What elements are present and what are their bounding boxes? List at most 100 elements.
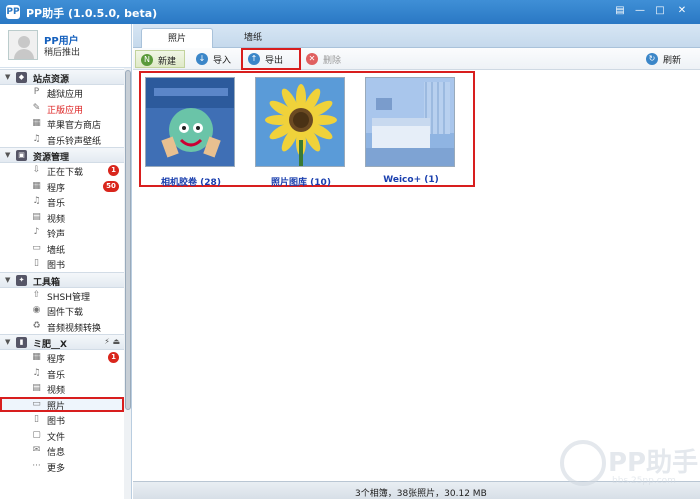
avatar[interactable] [8,30,38,60]
delete-icon: ✕ [306,53,318,65]
tab-photos[interactable]: 照片 [141,28,213,48]
import-label: 导入 [213,56,232,66]
import-button[interactable]: ↓ 导入 [191,50,239,68]
sidebar-item-icon: P [33,87,40,97]
sidebar-item-label: 视频 [47,386,66,396]
album-thumbnail[interactable] [365,77,455,167]
albums-highlight: 相机胶卷 (28) 照片图库 (10) Weico+ (1) [139,71,475,188]
album-weico[interactable]: Weico+ (1) [365,77,457,185]
collapse-triangle-icon[interactable]: ▼ [5,73,10,81]
watermark-text: PP助手 [608,448,699,478]
new-album-icon: N [141,54,153,66]
sidebar-item-label: 信息 [47,448,66,458]
toolbar: N 新建 ↓ 导入 ↑ 导出 ✕ 删除 ↻ 刷新 [133,48,700,70]
sidebar-item[interactable]: ▦ 程序 50 [0,179,124,195]
sidebar-item-label: 越狱应用 [47,90,84,100]
sidebar-item[interactable]: ▦ 苹果官方商店 [0,116,124,132]
collapse-triangle-icon[interactable]: ▼ [5,151,10,159]
export-button[interactable]: ↑ 导出 [241,48,301,70]
delete-label: 删除 [323,56,342,66]
sidebar: PP用户 稍后推出 ▼ ◆ 站点资源 P 越狱应用 ✎ 正版应用 ▦ 苹果官方商店 ♫ 音乐铃声壁纸… [0,24,132,499]
sidebar-item[interactable]: ▯ 图书 [0,256,124,272]
sidebar-nav: ▼ ◆ 站点资源 P 越狱应用 ✎ 正版应用 ▦ 苹果官方商店 ♫ 音乐铃声壁纸 ▼ ▣ 资源管理 ⇩ 正在下… [0,69,124,474]
sidebar-section[interactable]: ▼ ✦ 工具箱 [0,271,124,288]
main-panel: 照片 墙纸 N 新建 ↓ 导入 ↑ 导出 ✕ 删除 ↻ 刷新 相机胶卷 (28)… [133,24,700,481]
sidebar-item[interactable]: ♫ 音乐铃声壁纸 [0,132,124,148]
album-camera-roll[interactable]: 相机胶卷 (28) [145,77,237,188]
refresh-icon: ↻ [646,53,658,65]
menu-icon[interactable]: ▤ [612,4,628,18]
sidebar-item-icon: ··· [32,460,41,471]
sidebar-item-icon: ♫ [32,367,41,378]
sidebar-item[interactable]: ♫ 音乐 [0,366,124,382]
sidebar-item-label: 照片 [47,401,66,412]
section-icon: ✦ [16,274,27,286]
sidebar-item-label: SHSH管理 [47,292,90,303]
new-button[interactable]: N 新建 [135,50,185,68]
album-photo-library[interactable]: 照片图库 (10) [255,77,347,188]
section-label: ミ肥__X [33,340,67,350]
status-text: 3个相簿，38张照片，30.12 MB [355,489,487,499]
section-label: 站点资源 [33,75,70,85]
sidebar-item-icon: ▦ [32,118,41,128]
sidebar-scrollbar[interactable] [124,68,131,499]
delete-button[interactable]: ✕ 删除 [301,50,349,68]
sidebar-item-label: 程序 [47,183,66,194]
sidebar-item[interactable]: ··· 更多 [0,459,124,475]
sidebar-item-icon: ▭ [32,398,41,409]
sidebar-item-label: 更多 [47,463,66,474]
sidebar-section[interactable]: ▼ ◆ 站点资源 [0,69,124,85]
sidebar-item-label: 程序 [47,355,66,365]
sidebar-item[interactable]: ▤ 视频 [0,210,124,226]
album-label[interactable]: Weico+ (1) [365,175,457,185]
sidebar-item[interactable]: ♫ 音乐 [0,194,124,210]
sidebar-item[interactable]: ◉ 固件下载 [0,303,124,319]
device-tools-icon[interactable]: ⚡ ⏏ [104,337,120,346]
maximize-button[interactable]: □ [652,4,668,18]
album-thumbnail[interactable] [255,77,345,167]
user-action[interactable]: 稍后推出 [44,45,80,58]
sidebar-section[interactable]: ▼ ▮ ミ肥__X ⚡ ⏏ [0,334,124,350]
sidebar-item[interactable]: ▢ 文件 [0,428,124,444]
sidebar-item-label: 正版应用 [47,105,84,116]
sidebar-item-label: 音乐铃声壁纸 [47,136,102,147]
collapse-triangle-icon[interactable]: ▼ [5,276,10,284]
sidebar-item[interactable]: ✉ 信息 [0,443,124,459]
sidebar-item-label: 固件下载 [47,308,84,318]
sidebar-item[interactable]: ✎ 正版应用 [0,101,124,117]
sidebar-item[interactable]: ♪ 铃声 [0,225,124,241]
refresh-label: 刷新 [663,56,682,66]
sidebar-item[interactable]: ⇩ 正在下载 1 [0,163,124,179]
sidebar-item[interactable]: ▭ 墙纸 [0,241,124,257]
sidebar-item-icon: ♫ [32,196,41,206]
section-icon: ▣ [16,150,27,161]
sidebar-item[interactable]: ♻ 音频视频转换 [0,319,124,335]
sidebar-item[interactable]: ▤ 视频 [0,381,124,397]
import-icon: ↓ [196,53,208,65]
minimize-button[interactable]: — [632,4,648,18]
album-label[interactable]: 照片图库 (10) [255,175,347,188]
sidebar-item-label: 图书 [47,417,66,427]
sidebar-item-icon: ▯ [34,414,39,424]
sidebar-item[interactable]: ▯ 图书 [0,412,124,428]
sidebar-item[interactable]: ▭ 照片 [0,396,124,412]
close-button[interactable]: ✕ [674,4,690,18]
section-label: 资源管理 [33,153,70,163]
sidebar-item[interactable]: P 越狱应用 [0,85,124,101]
section-icon: ◆ [16,72,27,83]
album-thumbnail[interactable] [145,77,235,167]
sidebar-item-label: 文件 [47,432,66,443]
sidebar-section[interactable]: ▼ ▣ 资源管理 [0,147,124,163]
sidebar-item[interactable]: ⇧ SHSH管理 [0,288,124,304]
sidebar-item[interactable]: ▦ 程序 1 [0,350,124,366]
refresh-button[interactable]: ↻ 刷新 [641,50,693,68]
sidebar-item-icon: ▭ [32,242,41,253]
tab-bar: 照片 墙纸 [133,24,700,48]
sidebar-item-icon: ♻ [32,320,41,331]
sidebar-item-icon: ▢ [32,429,41,440]
album-label[interactable]: 相机胶卷 (28) [145,175,237,188]
sidebar-item-icon: ▤ [32,211,41,222]
collapse-triangle-icon[interactable]: ▼ [5,338,10,346]
tab-wallpaper[interactable]: 墙纸 [217,28,289,48]
scrollbar-thumb[interactable] [125,70,131,410]
